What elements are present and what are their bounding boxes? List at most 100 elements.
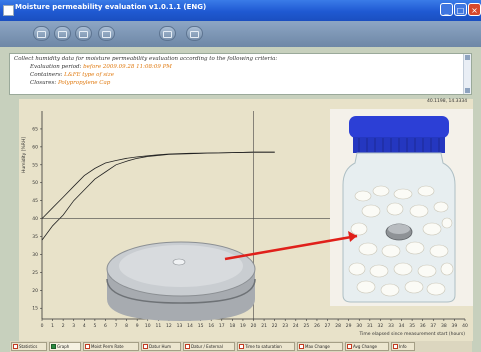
period-row: Evaluation period: before 2009.09.28 11:… bbox=[30, 64, 172, 70]
save-button[interactable] bbox=[98, 26, 115, 41]
x-tick-label: 11 bbox=[155, 323, 161, 329]
criteria-panel: Collect humidity data for moisture perme… bbox=[9, 53, 472, 95]
back-icon bbox=[37, 31, 46, 38]
x-tick-label: 33 bbox=[388, 323, 394, 329]
humidity-series-1 bbox=[41, 151, 275, 219]
x-tick-label: 1 bbox=[51, 323, 54, 329]
x-tick-label: 0 bbox=[41, 323, 44, 329]
scroll-down-icon[interactable] bbox=[465, 88, 470, 93]
closures-value[interactable]: Polypropylene Cap bbox=[58, 80, 110, 86]
forward-button[interactable] bbox=[54, 26, 71, 41]
tab-icon bbox=[393, 344, 398, 349]
y-tick-label: 30 bbox=[32, 252, 38, 258]
x-tick-label: 28 bbox=[335, 323, 341, 329]
x-tick-label: 19 bbox=[240, 323, 246, 329]
x-tick-label: 40 bbox=[462, 323, 468, 329]
containers-value[interactable]: L&FE type of size bbox=[64, 72, 114, 78]
containers-label: Containers: bbox=[30, 72, 63, 78]
toolbar bbox=[0, 21, 481, 47]
y-tick-label: 65 bbox=[32, 126, 38, 132]
tab-label: Moist Perm Rate bbox=[91, 344, 124, 349]
x-tick-label: 39 bbox=[452, 323, 458, 329]
x-tick-label: 26 bbox=[314, 323, 320, 329]
tab-icon bbox=[143, 344, 148, 349]
period-label: Evaluation period: bbox=[30, 64, 82, 70]
tab-icon bbox=[347, 344, 352, 349]
x-tick-label: 7 bbox=[115, 323, 118, 329]
tab-label: Datur / External bbox=[191, 344, 223, 349]
tab-label: Max Change bbox=[305, 344, 330, 349]
scroll-up-icon[interactable] bbox=[465, 55, 470, 60]
criteria-scrollbar[interactable] bbox=[463, 54, 471, 94]
tab-datur-hum[interactable]: Datur Hum bbox=[141, 342, 181, 351]
y-tick-label: 15 bbox=[32, 306, 38, 312]
y-tick-label: 40 bbox=[32, 216, 38, 222]
x-tick-label: 9 bbox=[136, 323, 139, 329]
tab-label: Avg Change bbox=[353, 344, 377, 349]
x-tick-label: 35 bbox=[409, 323, 415, 329]
tab-time-to-saturation[interactable]: Time to saturation bbox=[237, 342, 295, 351]
x-tick-label: 27 bbox=[325, 323, 331, 329]
x-tick-label: 25 bbox=[304, 323, 310, 329]
x-tick-label: 23 bbox=[282, 323, 288, 329]
x-tick-label: 2 bbox=[62, 323, 65, 329]
x-tick-label: 21 bbox=[261, 323, 267, 329]
tab-label: Datur Hum bbox=[149, 344, 171, 349]
settings-button[interactable] bbox=[186, 26, 203, 41]
x-tick-label: 15 bbox=[198, 323, 204, 329]
disk-icon bbox=[102, 31, 111, 38]
bottom-tab-bar: Statistics Graph Moist Perm Rate Datur Hum D… bbox=[10, 341, 472, 352]
graph-area: 15 20 25 30 35 40 45 50 55 60 65 0 1 2 3 4 5 6 7 8 9 10 11 12 13… bbox=[19, 99, 473, 341]
closures-row: Closures: Polypropylene Cap bbox=[30, 80, 110, 86]
x-tick-label: 24 bbox=[293, 323, 299, 329]
app-icon bbox=[3, 5, 14, 16]
tab-icon bbox=[239, 344, 244, 349]
x-tick-label: 16 bbox=[208, 323, 214, 329]
tab-graph[interactable]: Graph bbox=[49, 342, 81, 351]
humidity-chart[interactable]: 15202530354045505560650 1 2 3 4 5 6 7 8 9 10 11 12 13… bbox=[19, 99, 473, 341]
y-tick-label: 35 bbox=[32, 234, 38, 240]
y-axis-label: Humidity [%RH] bbox=[21, 137, 27, 173]
period-value[interactable]: before 2009.09.28 11:08:09 PM bbox=[83, 64, 172, 70]
tab-moist-perm-rate[interactable]: Moist Perm Rate bbox=[83, 342, 139, 351]
folder-icon bbox=[79, 31, 88, 38]
x-tick-label: 37 bbox=[430, 323, 436, 329]
criteria-intro: Collect humidity data for moisture perme… bbox=[14, 56, 278, 62]
open-button[interactable] bbox=[75, 26, 92, 41]
tab-icon bbox=[51, 344, 56, 349]
x-tick-label: 14 bbox=[187, 323, 193, 329]
maximize-button[interactable]: □ bbox=[454, 3, 467, 16]
tab-label: Time to saturation bbox=[245, 344, 282, 349]
tab-datur-external[interactable]: Datur / External bbox=[183, 342, 235, 351]
x-axis-label: Time elapsed since measurement start (ho… bbox=[359, 331, 466, 337]
printer-icon bbox=[163, 31, 172, 38]
coordinate-readout: 40.1198, 14.3334 bbox=[427, 99, 468, 104]
gear-icon bbox=[190, 31, 199, 38]
print-button[interactable] bbox=[159, 26, 176, 41]
x-tick-label: 32 bbox=[378, 323, 384, 329]
closures-label: Closures: bbox=[30, 80, 57, 86]
tab-icon bbox=[185, 344, 190, 349]
close-button[interactable]: × bbox=[468, 3, 481, 16]
x-tick-label: 4 bbox=[83, 323, 86, 329]
tab-statistics[interactable]: Statistics bbox=[11, 342, 47, 351]
tab-max-change[interactable]: Max Change bbox=[297, 342, 343, 351]
x-tick-label: 18 bbox=[229, 323, 235, 329]
x-tick-label: 12 bbox=[166, 323, 172, 329]
tab-avg-change[interactable]: Avg Change bbox=[345, 342, 389, 351]
x-tick-label: 20 bbox=[251, 323, 257, 329]
tab-icon bbox=[85, 344, 90, 349]
x-tick-label: 31 bbox=[367, 323, 373, 329]
tab-info[interactable]: Info bbox=[391, 342, 415, 351]
x-tick-label: 22 bbox=[272, 323, 278, 329]
minimize-button[interactable]: _ bbox=[440, 3, 453, 16]
tab-icon bbox=[299, 344, 304, 349]
x-tick-label: 3 bbox=[72, 323, 75, 329]
y-tick-label: 25 bbox=[32, 270, 38, 276]
forward-icon bbox=[58, 31, 67, 38]
humidity-series-2 bbox=[41, 151, 275, 241]
back-button[interactable] bbox=[33, 26, 50, 41]
x-tick-label: 8 bbox=[125, 323, 128, 329]
desiccant-canister-photo bbox=[106, 241, 256, 321]
tab-label: Graph bbox=[57, 344, 70, 349]
